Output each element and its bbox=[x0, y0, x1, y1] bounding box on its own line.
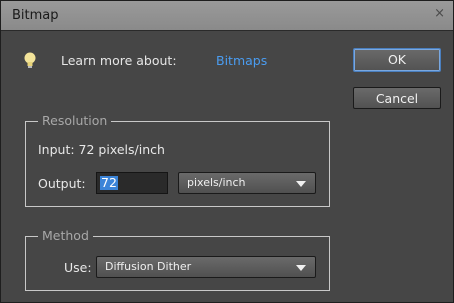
method-group: Method Use: Diffusion Dither bbox=[25, 228, 330, 291]
ok-button[interactable]: OK bbox=[353, 48, 441, 72]
output-value-selection: 72 bbox=[100, 175, 118, 190]
resolution-unit-dropdown[interactable]: pixels/inch bbox=[178, 172, 316, 194]
method-dropdown[interactable]: Diffusion Dither bbox=[96, 256, 316, 278]
method-value: Diffusion Dither bbox=[105, 260, 192, 273]
chevron-down-icon bbox=[296, 265, 306, 271]
output-resolution-field[interactable]: 72 bbox=[96, 172, 168, 194]
dialog-title: Bitmap bbox=[12, 8, 59, 23]
title-bar[interactable]: Bitmap × bbox=[1, 1, 453, 31]
close-icon[interactable]: × bbox=[434, 6, 445, 21]
input-resolution-text: Input: 72 pixels/inch bbox=[38, 142, 165, 157]
bitmaps-help-link[interactable]: Bitmaps bbox=[216, 53, 267, 68]
method-group-label: Method bbox=[38, 228, 93, 243]
output-label: Output: bbox=[38, 176, 86, 191]
bitmap-dialog: Bitmap × Learn more about: Bitmaps OK Ca… bbox=[0, 0, 454, 303]
resolution-group-label: Resolution bbox=[38, 113, 112, 128]
resolution-group: Resolution Input: 72 pixels/inch Output:… bbox=[25, 113, 330, 207]
resolution-unit-value: pixels/inch bbox=[187, 176, 246, 189]
cancel-button[interactable]: Cancel bbox=[353, 87, 441, 109]
lightbulb-icon bbox=[24, 52, 36, 68]
use-label: Use: bbox=[64, 260, 92, 275]
learn-more-label: Learn more about: bbox=[61, 53, 177, 68]
chevron-down-icon bbox=[296, 181, 306, 187]
